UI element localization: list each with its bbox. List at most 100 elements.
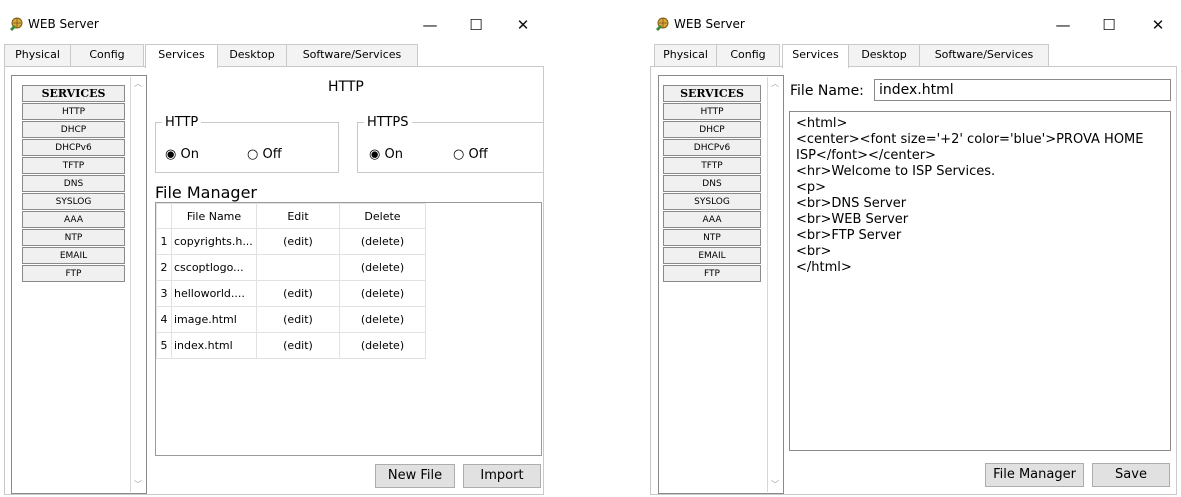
- services-sidebar: SERVICES HTTP DHCP DHCPv6 TFTP DNS SYSLO…: [658, 75, 784, 494]
- service-dns[interactable]: DNS: [663, 175, 761, 192]
- tab-software-services[interactable]: Software/Services: [919, 44, 1049, 66]
- file-name-cell[interactable]: image.html: [171, 306, 257, 333]
- http-on-label: On: [180, 147, 199, 162]
- https-on-label: On: [384, 147, 403, 162]
- file-name-input[interactable]: index.html: [874, 79, 1171, 101]
- maximize-button[interactable]: ☐: [1091, 12, 1127, 38]
- services-header: SERVICES: [22, 85, 125, 102]
- minimize-button[interactable]: —: [412, 12, 448, 38]
- web-server-window-left: WEB Server — ☐ ✕ Physical Config Service…: [2, 12, 546, 495]
- service-ftp[interactable]: FTP: [663, 265, 761, 282]
- service-email[interactable]: EMAIL: [22, 247, 125, 264]
- service-aaa[interactable]: AAA: [663, 211, 761, 228]
- services-list: SERVICES HTTP DHCP DHCPv6 TFTP DNS SYSLO…: [663, 85, 761, 283]
- file-manager-button[interactable]: File Manager: [985, 463, 1084, 487]
- window-title: WEB Server: [674, 17, 745, 31]
- scroll-down-arrow-icon[interactable]: ﹀: [768, 478, 782, 492]
- delete-link[interactable]: (delete): [339, 306, 426, 333]
- file-name-cell[interactable]: cscoptlogo...: [171, 254, 257, 281]
- edit-link[interactable]: (edit): [256, 332, 340, 359]
- service-ftp[interactable]: FTP: [22, 265, 125, 282]
- web-server-window-right: WEB Server — ☐ ✕ Physical Config Service…: [648, 12, 1179, 495]
- radio-checked-icon: ◉: [165, 147, 177, 162]
- row-index: 2: [156, 254, 172, 281]
- services-content: SERVICES HTTP DHCP DHCPv6 TFTP DNS SYSLO…: [650, 67, 1177, 495]
- service-tftp[interactable]: TFTP: [22, 157, 125, 174]
- delete-link[interactable]: (delete): [339, 280, 426, 307]
- file-name-cell[interactable]: helloworld....: [171, 280, 257, 307]
- tab-bar: Physical Config Services Desktop Softwar…: [4, 44, 544, 68]
- service-aaa[interactable]: AAA: [22, 211, 125, 228]
- radio-unchecked-icon: ○: [453, 147, 465, 162]
- delete-link[interactable]: (delete): [339, 228, 426, 255]
- server-globe-icon: [656, 17, 669, 31]
- close-button[interactable]: ✕: [505, 12, 541, 38]
- row-index: 5: [156, 332, 172, 359]
- file-manager-title: File Manager: [155, 183, 257, 202]
- html-editor-textarea[interactable]: <html> <center><font size='+2' color='bl…: [789, 111, 1171, 451]
- tab-config[interactable]: Config: [70, 44, 144, 66]
- services-list: SERVICES HTTP DHCP DHCPv6 TFTP DNS SYSLO…: [22, 85, 125, 283]
- edit-link: [256, 254, 340, 281]
- tab-desktop[interactable]: Desktop: [217, 44, 287, 66]
- service-dns[interactable]: DNS: [22, 175, 125, 192]
- https-group: HTTPS: [357, 115, 544, 173]
- scroll-up-arrow-icon[interactable]: ︿: [768, 77, 782, 91]
- service-http[interactable]: HTTP: [663, 103, 761, 120]
- https-on-radio[interactable]: ◉ On: [369, 147, 403, 162]
- service-syslog[interactable]: SYSLOG: [22, 193, 125, 210]
- save-button[interactable]: Save: [1092, 463, 1170, 487]
- service-syslog[interactable]: SYSLOG: [663, 193, 761, 210]
- tab-software-services[interactable]: Software/Services: [286, 44, 418, 66]
- service-email[interactable]: EMAIL: [663, 247, 761, 264]
- service-dhcp[interactable]: DHCP: [663, 121, 761, 138]
- service-dhcpv6[interactable]: DHCPv6: [22, 139, 125, 156]
- service-dhcpv6[interactable]: DHCPv6: [663, 139, 761, 156]
- tab-bar: Physical Config Services Desktop Softwar…: [650, 44, 1177, 68]
- new-file-button[interactable]: New File: [375, 464, 455, 488]
- table-row[interactable]: 4 image.html (edit) (delete): [156, 306, 426, 333]
- delete-link[interactable]: (delete): [339, 254, 426, 281]
- service-ntp[interactable]: NTP: [22, 229, 125, 246]
- file-name-cell[interactable]: index.html: [171, 332, 257, 359]
- http-group-legend: HTTP: [165, 115, 199, 130]
- table-row[interactable]: 3 helloworld.... (edit) (delete): [156, 280, 426, 307]
- http-off-radio[interactable]: ○ Off: [247, 147, 282, 162]
- https-off-radio[interactable]: ○ Off: [453, 147, 488, 162]
- tab-services[interactable]: Services: [782, 44, 849, 68]
- scroll-up-arrow-icon[interactable]: ︿: [131, 77, 145, 91]
- edit-link[interactable]: (edit): [256, 228, 340, 255]
- service-http[interactable]: HTTP: [22, 103, 125, 120]
- services-scrollbar[interactable]: ︿ ﹀: [130, 77, 145, 492]
- edit-link[interactable]: (edit): [256, 280, 340, 307]
- delete-link[interactable]: (delete): [339, 332, 426, 359]
- col-header-delete: Delete: [339, 203, 426, 229]
- import-button[interactable]: Import: [463, 464, 541, 488]
- service-dhcp[interactable]: DHCP: [22, 121, 125, 138]
- panel-title: HTTP: [328, 79, 364, 95]
- service-ntp[interactable]: NTP: [663, 229, 761, 246]
- file-name-cell[interactable]: copyrights.h...: [171, 228, 257, 255]
- close-button[interactable]: ✕: [1140, 12, 1176, 38]
- services-scrollbar[interactable]: ︿ ﹀: [767, 77, 782, 492]
- minimize-button[interactable]: —: [1045, 12, 1081, 38]
- table-row[interactable]: 2 cscoptlogo... (delete): [156, 254, 426, 281]
- table-header-row: File Name Edit Delete: [156, 203, 426, 229]
- scroll-down-arrow-icon[interactable]: ﹀: [131, 478, 145, 492]
- tab-physical[interactable]: Physical: [654, 44, 717, 66]
- services-content: SERVICES HTTP DHCP DHCPv6 TFTP DNS SYSLO…: [4, 67, 544, 495]
- service-tftp[interactable]: TFTP: [663, 157, 761, 174]
- tab-services[interactable]: Services: [145, 44, 218, 68]
- maximize-button[interactable]: ☐: [458, 12, 494, 38]
- edit-link[interactable]: (edit): [256, 306, 340, 333]
- table-row[interactable]: 5 index.html (edit) (delete): [156, 332, 426, 359]
- title-bar[interactable]: WEB Server — ☐ ✕: [2, 12, 546, 38]
- tab-config[interactable]: Config: [716, 44, 780, 66]
- tab-desktop[interactable]: Desktop: [848, 44, 920, 66]
- http-on-radio[interactable]: ◉ On: [165, 147, 199, 162]
- services-sidebar: SERVICES HTTP DHCP DHCPv6 TFTP DNS SYSLO…: [11, 75, 147, 494]
- tab-physical[interactable]: Physical: [4, 44, 71, 66]
- title-bar[interactable]: WEB Server — ☐ ✕: [648, 12, 1179, 38]
- table-row[interactable]: 1 copyrights.h... (edit) (delete): [156, 228, 426, 255]
- server-globe-icon: [10, 17, 23, 31]
